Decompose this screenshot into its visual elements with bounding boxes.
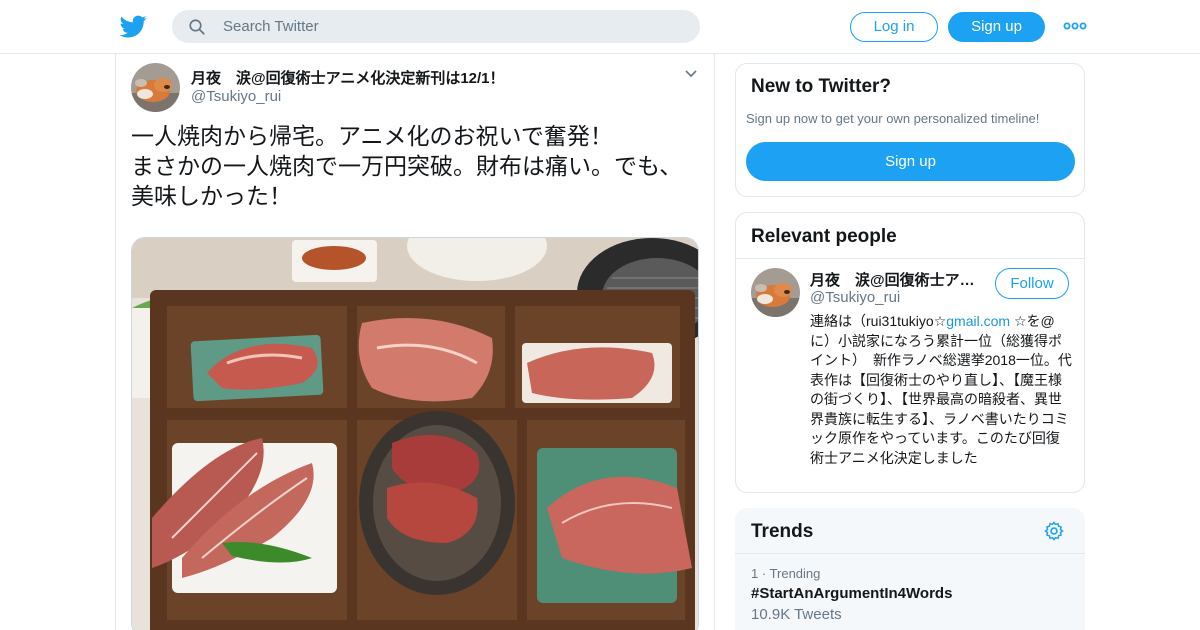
trend-meta: 1 · Trending xyxy=(751,566,821,581)
tweet-text: 一人焼肉から帰宅。アニメ化のお祝いで奮発！ まさかの一人焼肉で一万円突破。財布は… xyxy=(131,121,701,211)
signup-card-subtitle: Sign up now to get your own personalized… xyxy=(746,111,1040,126)
more-dots-icon[interactable] xyxy=(1063,16,1087,36)
avatar-image xyxy=(751,268,800,317)
twitter-bird-icon[interactable] xyxy=(120,13,147,40)
relevant-person-bio: 連絡は（rui31tukiyo☆gmail.com ☆を@に）小説家になろう累計… xyxy=(810,312,1072,468)
tweet-author-name[interactable]: 月夜 涙@回復術士アニメ化決定新刊は12/1！ xyxy=(191,67,505,88)
divider xyxy=(736,258,1084,259)
signup-prompt-card: New to Twitter? Sign up now to get your … xyxy=(735,63,1085,197)
gear-icon[interactable] xyxy=(1043,520,1065,542)
tweet-text-line: 美味しかった！ xyxy=(131,183,292,209)
relevant-people-card: Relevant people 月夜 涙@回復術士ア… @Tsukiyo_rui… xyxy=(735,212,1085,493)
avatar-image xyxy=(131,63,180,112)
bio-text: 連絡は（rui31tukiyo☆ xyxy=(810,313,947,329)
search-placeholder: Search Twitter xyxy=(223,18,319,35)
relevant-people-title: Relevant people xyxy=(751,226,897,247)
tweet-author-handle[interactable]: @Tsukiyo_rui xyxy=(191,88,281,105)
signup-card-title: New to Twitter? xyxy=(751,76,892,97)
relevant-person-name[interactable]: 月夜 涙@回復術士ア… xyxy=(810,269,982,290)
top-navigation-bar: Search Twitter Log in Sign up xyxy=(0,0,1200,54)
tweet-text-line: まさかの一人焼肉で一万円突破。財布は痛い。でも、 xyxy=(131,153,683,179)
login-button[interactable]: Log in xyxy=(850,12,938,42)
trends-title: Trends xyxy=(751,521,814,542)
avatar[interactable] xyxy=(751,268,800,317)
trends-card: Trends 1 · Trending #StartAnArgumentIn4W… xyxy=(735,508,1085,630)
signup-card-button[interactable]: Sign up xyxy=(746,142,1075,181)
avatar[interactable] xyxy=(131,63,180,112)
tweet-text-line: 一人焼肉から帰宅。アニメ化のお祝いで奮発！ xyxy=(131,123,613,149)
trend-label: Trending xyxy=(769,566,821,581)
relevant-person-handle[interactable]: @Tsukiyo_rui xyxy=(810,289,900,306)
chevron-down-icon[interactable] xyxy=(684,69,698,79)
follow-button[interactable]: Follow xyxy=(995,268,1069,299)
trend-item-count: 10.9K Tweets xyxy=(751,606,842,623)
trend-item-name[interactable]: #StartAnArgumentIn4Words xyxy=(751,585,952,602)
tweet-column: 月夜 涙@回復術士アニメ化決定新刊は12/1！ @Tsukiyo_rui 一人焼… xyxy=(115,54,715,630)
search-input[interactable]: Search Twitter xyxy=(172,10,700,43)
signup-button[interactable]: Sign up xyxy=(948,12,1045,42)
search-icon xyxy=(189,19,205,35)
yakiniku-photo xyxy=(132,238,698,630)
bio-text: ☆を@に）小説家になろう累計一位（総獲得ポイント） 新作ラノベ総選挙2018一位… xyxy=(810,313,1072,466)
trend-rank: 1 xyxy=(751,566,759,581)
divider xyxy=(735,553,1085,554)
bio-link[interactable]: gmail.com xyxy=(946,313,1010,329)
tweet-photo[interactable] xyxy=(131,237,699,630)
